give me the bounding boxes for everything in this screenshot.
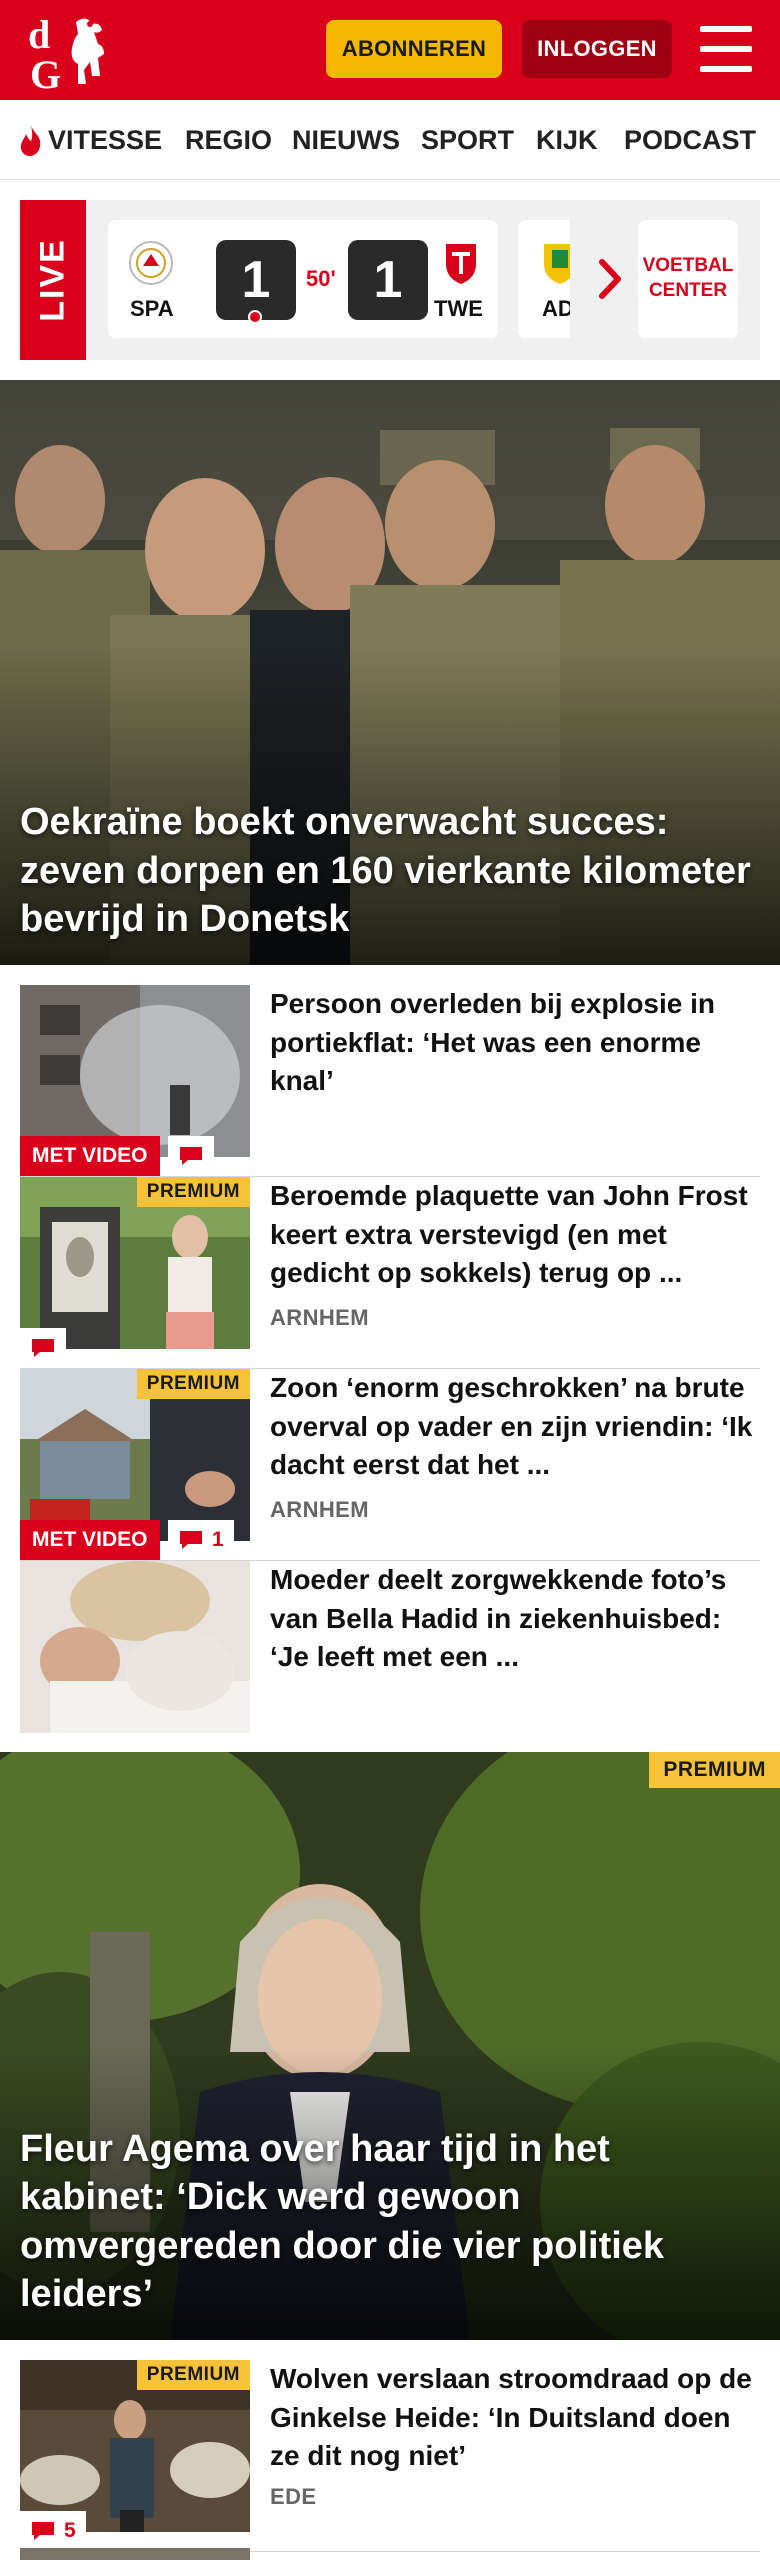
comments-badge[interactable]: 1 [168, 1520, 234, 1560]
article-item[interactable]: PREMIUM Beroemde plaquette van John Fros… [20, 1177, 760, 1369]
match-minute: 50' [306, 266, 336, 291]
premium-badge: PREMIUM [649, 1752, 780, 1788]
article-title[interactable]: Persoon overleden bij explosie in portie… [270, 985, 760, 1101]
voetbal-center-link[interactable]: VOETBAL CENTER [638, 220, 738, 338]
comment-bubble-icon [180, 1147, 202, 1165]
live-label: LIVE [20, 200, 86, 360]
article-thumbnail [20, 985, 250, 1157]
feature-title[interactable]: Fleur Agema over haar tijd in het kabine… [20, 2125, 760, 2318]
away-score: 1 [348, 240, 428, 320]
subscribe-button[interactable]: ABONNEREN [326, 20, 502, 78]
article-item[interactable]: PREMIUM 5 Wolven verslaan stroomdraad op… [20, 2360, 760, 2552]
top-header: d G ABONNEREN INLOGGEN [0, 0, 780, 100]
article-item[interactable]: PREMIUM MET VIDEO 1 Zoon ‘enorm geschrok… [20, 1369, 760, 1561]
article-item[interactable]: Moeder deelt zorgwekkende foto’s van Bel… [20, 1561, 760, 1753]
home-score: 1 [216, 240, 296, 320]
next-article-thumbnail [20, 2548, 250, 2560]
svg-text:G: G [30, 52, 61, 92]
next-match-card[interactable]: AD [518, 220, 570, 338]
svg-text:d: d [28, 12, 50, 57]
comment-bubble-icon [180, 1531, 202, 1549]
article-title[interactable]: Beroemde plaquette van John Frost keert … [270, 1177, 760, 1293]
article-title[interactable]: Zoon ‘enorm geschrokken’ na brute overva… [270, 1369, 760, 1485]
nav-item-regio[interactable]: REGIO [185, 100, 272, 180]
comments-count: 1 [212, 1528, 224, 1551]
hero-title[interactable]: Oekraïne boekt onverwacht succes: zeven … [20, 798, 760, 943]
feature-article[interactable]: PREMIUM Fleur Agema over haar tijd in he… [0, 1752, 780, 2340]
nav-item-kijk[interactable]: KIJK [536, 100, 598, 180]
video-badge: MET VIDEO [20, 1136, 160, 1176]
article-title[interactable]: Moeder deelt zorgwekkende foto’s van Bel… [270, 1561, 760, 1677]
nav-item-nieuws[interactable]: NIEUWS [292, 100, 400, 180]
live-scores-strip: LIVE SPA 1 50' 1 TWE AD VOETBAL CENTER [18, 200, 760, 360]
flame-icon [20, 125, 41, 156]
nav-item-sport[interactable]: SPORT [421, 100, 514, 180]
premium-badge: PREMIUM [136, 1369, 250, 1399]
comments-count: 5 [64, 2519, 76, 2542]
home-team-code: SPA [130, 296, 174, 321]
menu-icon[interactable] [700, 26, 752, 72]
nav-item-podcast[interactable]: PODCAST [624, 100, 756, 180]
next-team-logo-icon [544, 244, 570, 284]
premium-badge: PREMIUM [136, 2360, 250, 2390]
away-team-logo-icon [446, 244, 476, 284]
comment-bubble-icon [32, 1339, 54, 1357]
away-team-code: TWE [434, 296, 483, 321]
article-section[interactable]: ARNHEM [270, 1497, 369, 1523]
video-badge: MET VIDEO [20, 1520, 160, 1560]
home-team-logo-icon [129, 241, 173, 285]
article-item[interactable]: MET VIDEO Persoon overleden bij explosie… [20, 985, 760, 1177]
comment-bubble-icon [32, 2522, 54, 2540]
comments-badge[interactable] [168, 1136, 214, 1176]
article-section[interactable]: EDE [270, 2484, 316, 2510]
premium-badge: PREMIUM [136, 1177, 250, 1207]
chevron-right-icon[interactable] [596, 256, 626, 302]
hero-article[interactable]: Oekraïne boekt onverwacht succes: zeven … [0, 380, 780, 965]
article-section[interactable]: ARNHEM [270, 1305, 369, 1331]
article-thumbnail [20, 1561, 250, 1733]
next-team-code: AD [542, 296, 570, 321]
comments-badge[interactable] [20, 1328, 66, 1368]
match-card[interactable]: SPA 1 50' 1 TWE [108, 220, 498, 338]
nav-item-vitesse[interactable]: VITESSE [18, 100, 162, 180]
live-indicator-dot [248, 310, 262, 324]
comments-badge[interactable]: 5 [20, 2511, 86, 2551]
login-button[interactable]: INLOGGEN [522, 20, 672, 78]
main-nav: VITESSE REGIO NIEUWS SPORT KIJK PODCAST [0, 100, 780, 180]
article-title[interactable]: Wolven verslaan stroomdraad op de Ginkel… [270, 2360, 760, 2476]
site-logo[interactable]: d G [24, 8, 114, 92]
